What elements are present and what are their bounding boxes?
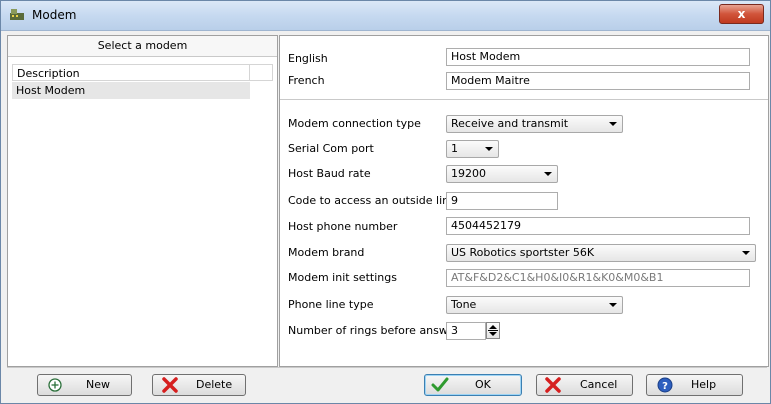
ok-button[interactable]: OK xyxy=(424,374,522,396)
column-header-description[interactable]: Description xyxy=(12,64,250,81)
outside-line-label: Code to access an outside line xyxy=(288,194,456,207)
chevron-down-icon xyxy=(485,147,493,151)
title-bar: Modem x xyxy=(1,1,770,31)
chevron-down-icon xyxy=(609,303,617,307)
cancel-x-icon xyxy=(545,377,561,393)
french-name-input[interactable]: Modem Maitre xyxy=(446,72,750,90)
modem-brand-value: US Robotics sportster 56K xyxy=(451,246,595,259)
modem-list-panel: Select a modem Description Host Modem xyxy=(7,35,278,367)
spin-divider xyxy=(488,330,498,331)
init-settings-input[interactable]: AT&F&D2&C1&H0&I0&R1&K0&M0&B1 xyxy=(446,269,750,287)
spin-up-icon[interactable] xyxy=(489,325,497,329)
close-button[interactable]: x xyxy=(719,4,764,24)
com-port-value: 1 xyxy=(451,142,458,155)
list-item[interactable]: Host Modem xyxy=(12,82,250,99)
chevron-down-icon xyxy=(544,172,552,176)
section-divider xyxy=(280,99,768,100)
chevron-down-icon xyxy=(609,122,617,126)
connection-type-label: Modem connection type xyxy=(288,117,421,130)
cancel-button-label: Cancel xyxy=(580,378,618,391)
modem-app-icon xyxy=(10,9,24,20)
delete-button[interactable]: Delete xyxy=(152,374,246,396)
window-title: Modem xyxy=(32,8,77,22)
french-label: French xyxy=(288,74,325,87)
init-settings-label: Modem init settings xyxy=(288,271,397,284)
com-port-dropdown[interactable]: 1 xyxy=(446,140,499,158)
spin-down-icon[interactable] xyxy=(489,332,497,336)
line-type-value: Tone xyxy=(451,298,477,311)
connection-type-value: Receive and transmit xyxy=(451,117,569,130)
baud-rate-label: Host Baud rate xyxy=(288,167,371,180)
modem-list-title: Select a modem xyxy=(8,36,277,57)
help-button[interactable]: ? Help xyxy=(646,374,743,396)
modem-brand-dropdown[interactable]: US Robotics sportster 56K xyxy=(446,244,756,262)
line-type-label: Phone line type xyxy=(288,298,374,311)
delete-button-label: Delete xyxy=(196,378,233,391)
modem-brand-label: Modem brand xyxy=(288,246,365,259)
button-bar: New Delete OK Cancel ? Help xyxy=(7,367,767,400)
help-icon: ? xyxy=(657,377,673,393)
delete-x-icon xyxy=(162,377,178,393)
help-button-label: Help xyxy=(691,378,717,391)
baud-rate-value: 19200 xyxy=(451,167,486,180)
phone-number-input[interactable]: 4504452179 xyxy=(446,217,750,235)
column-header-filler xyxy=(250,64,273,81)
checkmark-icon xyxy=(431,377,449,392)
rings-label: Number of rings before answer xyxy=(288,324,460,337)
com-port-label: Serial Com port xyxy=(288,142,374,155)
modem-dialog: Modem x Select a modem Description Host … xyxy=(0,0,771,404)
phone-number-label: Host phone number xyxy=(288,220,398,233)
new-button-label: New xyxy=(86,378,110,391)
ok-button-label: OK xyxy=(475,378,491,391)
english-name-input[interactable]: Host Modem xyxy=(446,48,750,66)
rings-input[interactable]: 3 xyxy=(446,322,486,340)
svg-text:?: ? xyxy=(662,381,668,392)
new-button[interactable]: New xyxy=(37,374,132,396)
cancel-button[interactable]: Cancel xyxy=(536,374,633,396)
english-label: English xyxy=(288,52,328,65)
chevron-down-icon xyxy=(742,251,750,255)
outside-line-input[interactable]: 9 xyxy=(446,192,558,210)
connection-type-dropdown[interactable]: Receive and transmit xyxy=(446,115,623,133)
baud-rate-dropdown[interactable]: 19200 xyxy=(446,165,558,183)
rings-spinner[interactable] xyxy=(486,322,500,339)
add-icon xyxy=(48,378,62,392)
line-type-dropdown[interactable]: Tone xyxy=(446,296,623,314)
modem-settings-panel: English Host Modem French Modem Maitre M… xyxy=(279,35,769,367)
